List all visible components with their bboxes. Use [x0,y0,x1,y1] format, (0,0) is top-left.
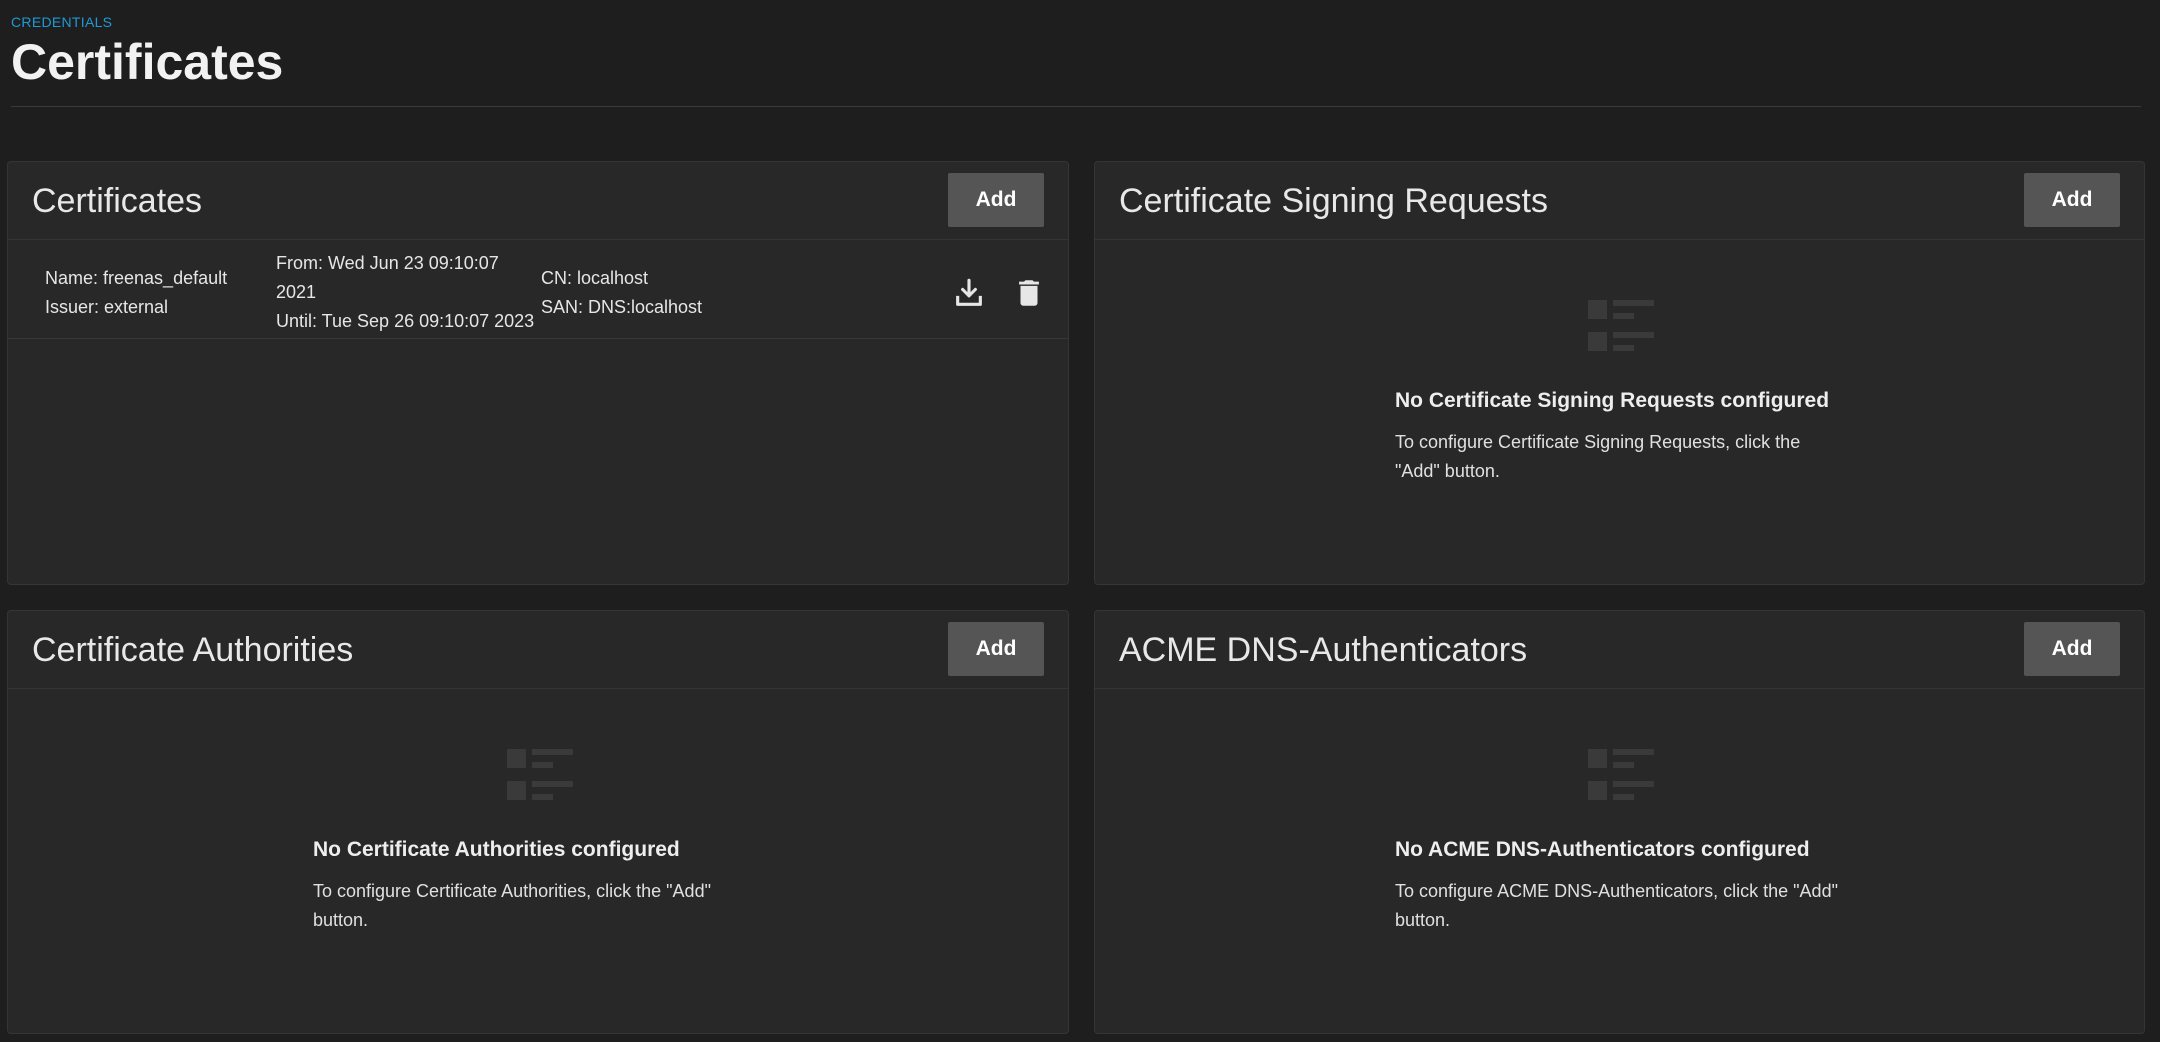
empty-description-line: button. [313,910,369,930]
card-header: Certificate Signing Requests Add [1095,162,2144,240]
certificates-card: Certificates Add Name: freenas_default I… [7,161,1069,585]
add-certificate-button[interactable]: Add [948,173,1044,227]
csr-card: Certificate Signing Requests Add No Cert… [1094,161,2145,585]
empty-description: To configure Certificate Signing Request… [1395,428,1800,486]
add-csr-button[interactable]: Add [2024,173,2120,227]
acme-card: ACME DNS-Authenticators Add No ACME DNS-… [1094,610,2145,1034]
empty-description-line: To configure Certificate Authorities, cl… [313,881,711,901]
empty-description: To configure ACME DNS-Authenticators, cl… [1395,877,1838,935]
card-header: Certificates Add [8,162,1068,240]
empty-list-icon [1588,300,1654,359]
download-icon[interactable] [952,276,986,310]
empty-title: No Certificate Authorities configured [313,838,680,861]
delete-icon[interactable] [1012,276,1046,310]
cert-san: SAN: DNS:localhost [541,297,703,317]
breadcrumb[interactable]: CREDENTIALS [11,14,112,30]
card-title: Certificate Signing Requests [1119,182,1549,220]
empty-description: To configure Certificate Authorities, cl… [313,877,711,935]
empty-title: No ACME DNS-Authenticators configured [1395,838,1810,861]
cert-name: Name: freenas_default [45,268,228,288]
add-authority-button[interactable]: Add [948,622,1044,676]
add-acme-button[interactable]: Add [2024,622,2120,676]
empty-list-icon [507,749,573,808]
cert-until: Until: Tue Sep 26 09:10:07 2023 [276,311,535,331]
empty-title: No Certificate Signing Requests configur… [1395,389,1830,412]
authorities-card: Certificate Authorities Add No Certifica… [7,610,1069,1034]
card-header: Certificate Authorities Add [8,611,1068,689]
page-title: Certificates [11,34,284,90]
empty-description-line: button. [1395,910,1451,930]
empty-description-line: To configure Certificate Signing Request… [1395,432,1801,452]
card-title: ACME DNS-Authenticators [1119,631,1528,669]
card-title: Certificates [32,182,203,220]
empty-list-icon [1588,749,1654,808]
cert-cn: CN: localhost [541,268,649,288]
empty-description-line: "Add" button. [1395,461,1500,481]
table-row: Name: freenas_default Issuer: external F… [8,240,1068,339]
cert-from-year: 2021 [276,282,317,302]
card-header: ACME DNS-Authenticators Add [1095,611,2144,689]
card-title: Certificate Authorities [32,631,354,669]
cert-issuer: Issuer: external [45,297,169,317]
page-header: CREDENTIALS Certificates [11,0,2141,107]
cert-from: From: Wed Jun 23 09:10:07 [276,253,499,273]
empty-description-line: To configure ACME DNS-Authenticators, cl… [1395,881,1838,901]
